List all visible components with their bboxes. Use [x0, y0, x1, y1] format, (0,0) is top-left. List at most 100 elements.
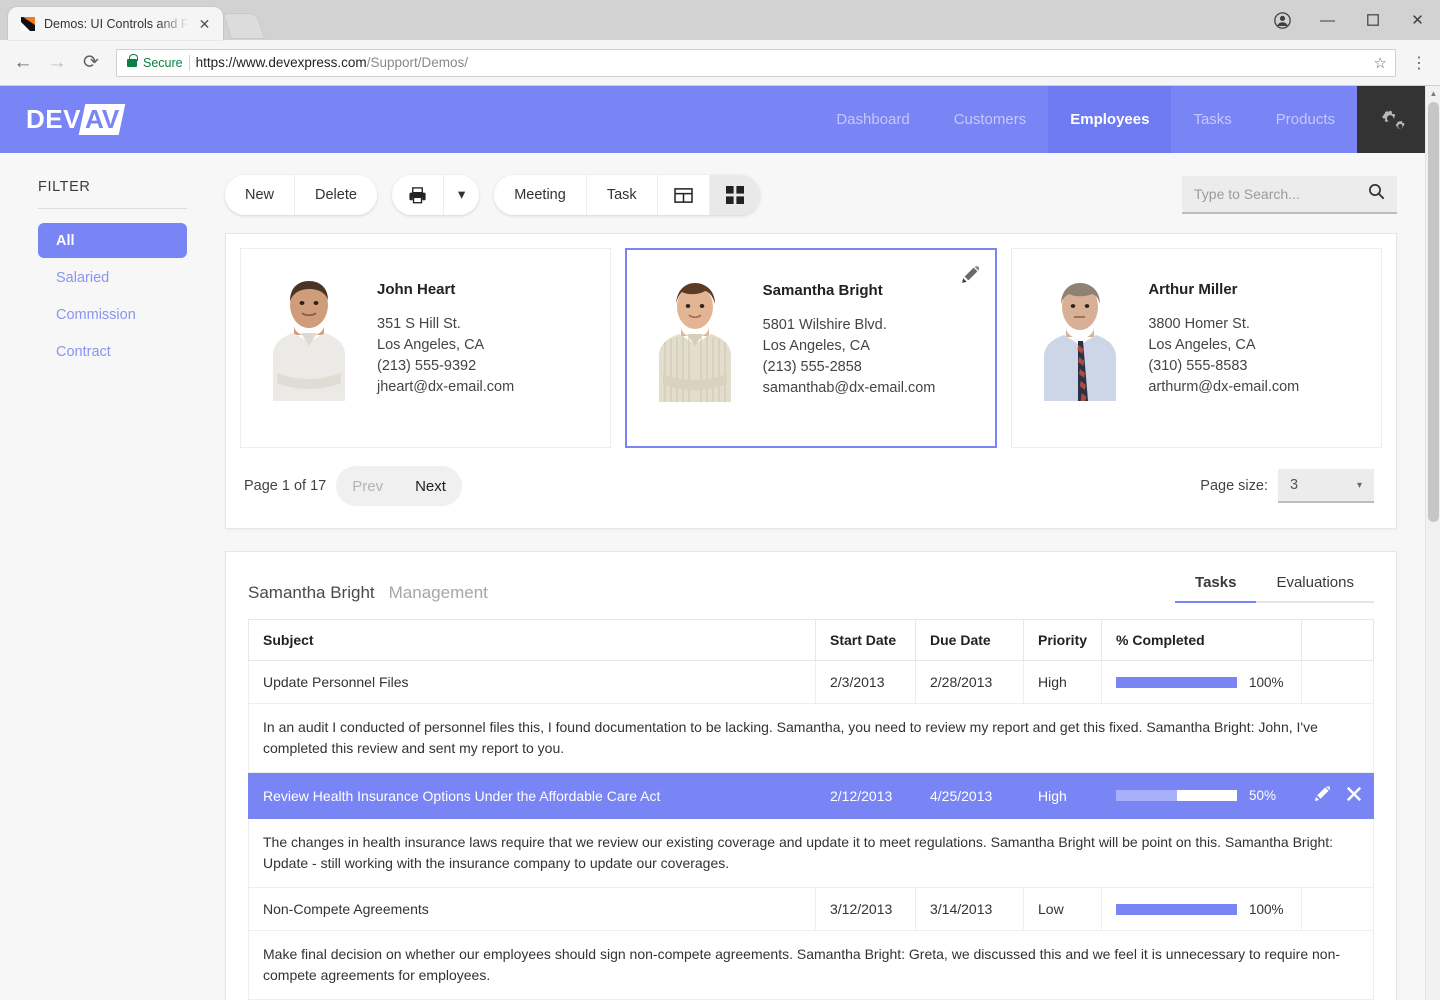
nav-item-employees[interactable]: Employees — [1048, 86, 1171, 153]
minimize-button[interactable]: — — [1305, 0, 1350, 40]
employee-address: 5801 Wilshire Blvd. — [763, 315, 936, 336]
row-edit-pencil-icon[interactable] — [1314, 786, 1330, 805]
employee-card[interactable]: Arthur Miller 3800 Homer St. Los Angeles… — [1011, 248, 1382, 448]
settings-gear-icon[interactable] — [1357, 86, 1425, 153]
forward-icon[interactable]: → — [42, 48, 72, 78]
browser-window: Demos: UI Controls and F ✕ — ✕ ← → ⟳ Sec… — [0, 0, 1440, 1000]
filter-divider — [38, 208, 187, 209]
search-input[interactable] — [1194, 186, 1368, 202]
employee-phone: (213) 555-2858 — [763, 357, 936, 378]
page-scrollbar[interactable]: ▲ — [1425, 86, 1440, 1000]
omnibox-divider — [189, 55, 190, 71]
table-view-icon[interactable] — [658, 175, 710, 215]
crud-button-group: New Delete — [225, 175, 377, 215]
delete-button[interactable]: Delete — [295, 175, 377, 215]
sidebar-item-contract[interactable]: Contract — [38, 334, 187, 369]
sidebar-item-salaried[interactable]: Salaried — [38, 260, 187, 295]
tab-tasks[interactable]: Tasks — [1175, 574, 1256, 603]
cell-subject: Update Personnel Files — [249, 661, 816, 704]
browser-menu-icon[interactable]: ⋮ — [1406, 49, 1432, 77]
detail-employee-name: Samantha Bright — [248, 583, 375, 603]
task-note: In an audit I conducted of personnel fil… — [249, 704, 1374, 773]
employee-phone: (310) 555-8583 — [1148, 356, 1299, 377]
employee-city: Los Angeles, CA — [763, 336, 936, 357]
scrollbar-thumb[interactable] — [1428, 102, 1439, 522]
main-nav: Dashboard Customers Employees Tasks Prod… — [814, 86, 1425, 153]
search-wrapper — [1182, 176, 1397, 214]
employee-city: Los Angeles, CA — [377, 335, 514, 356]
chevron-down-icon[interactable]: ▾ — [1357, 480, 1362, 491]
avatar — [649, 276, 741, 402]
cell-priority: High — [1024, 661, 1102, 704]
cell-due-date: 4/25/2013 — [916, 773, 1024, 819]
table-row[interactable]: Update Personnel Files 2/3/2013 2/28/201… — [249, 661, 1374, 704]
progress-wrapper: 50% — [1116, 788, 1287, 803]
column-header-actions — [1302, 620, 1374, 661]
table-detail-row: In an audit I conducted of personnel fil… — [249, 704, 1374, 773]
task-note: Make final decision on whether our emplo… — [249, 931, 1374, 1000]
employee-card[interactable]: John Heart 351 S Hill St. Los Angeles, C… — [240, 248, 611, 448]
browser-toolbar: ← → ⟳ Secure https://www.devexpress.com/… — [0, 40, 1440, 86]
column-header-priority[interactable]: Priority — [1024, 620, 1102, 661]
view-button-group: Meeting Task — [494, 175, 759, 215]
nav-item-dashboard[interactable]: Dashboard — [814, 86, 931, 153]
column-header-due-date[interactable]: Due Date — [916, 620, 1024, 661]
nav-item-customers[interactable]: Customers — [932, 86, 1049, 153]
cell-due-date: 2/28/2013 — [916, 661, 1024, 704]
progress-wrapper: 100% — [1116, 675, 1287, 690]
lock-icon — [127, 59, 137, 67]
new-tab-button[interactable] — [222, 13, 264, 39]
reload-icon[interactable]: ⟳ — [76, 48, 106, 78]
search-box[interactable] — [1182, 176, 1397, 214]
tab-title: Demos: UI Controls and F — [44, 17, 189, 31]
search-icon[interactable] — [1368, 183, 1385, 205]
detail-employee-role: Management — [389, 583, 488, 603]
card-view-icon[interactable] — [710, 175, 760, 215]
scroll-up-arrow-icon[interactable]: ▲ — [1426, 89, 1440, 98]
sidebar-item-all[interactable]: All — [38, 223, 187, 258]
new-button[interactable]: New — [225, 175, 295, 215]
bookmark-star-icon[interactable]: ☆ — [1374, 54, 1387, 72]
detail-tabs: Tasks Evaluations — [1175, 574, 1374, 603]
print-dropdown-caret-icon[interactable]: ▾ — [444, 175, 479, 215]
nav-item-tasks[interactable]: Tasks — [1171, 86, 1253, 153]
page-size-select[interactable]: 3 ▾ — [1278, 469, 1374, 503]
progress-bar — [1116, 677, 1237, 688]
page-size-label: Page size: — [1200, 478, 1268, 494]
profile-icon[interactable] — [1260, 0, 1305, 40]
edit-pencil-icon[interactable] — [961, 266, 979, 289]
tab-strip: Demos: UI Controls and F ✕ — [0, 0, 261, 40]
sidebar-item-commission[interactable]: Commission — [38, 297, 187, 332]
cell-actions — [1302, 888, 1374, 931]
print-icon[interactable] — [392, 175, 444, 215]
logo-av-text: AV — [85, 104, 119, 135]
nav-item-products[interactable]: Products — [1254, 86, 1357, 153]
maximize-button[interactable] — [1350, 0, 1395, 40]
prev-page-button[interactable]: Prev — [336, 478, 399, 495]
column-header-subject[interactable]: Subject — [249, 620, 816, 661]
task-button[interactable]: Task — [587, 175, 658, 215]
column-header-start-date[interactable]: Start Date — [816, 620, 916, 661]
tab-close-icon[interactable]: ✕ — [197, 16, 213, 32]
browser-tab[interactable]: Demos: UI Controls and F ✕ — [8, 7, 223, 40]
row-delete-close-icon[interactable] — [1346, 786, 1362, 805]
page-viewport: DEVAV Dashboard Customers Employees Task… — [0, 86, 1440, 1000]
app-logo[interactable]: DEVAV — [0, 86, 122, 153]
cell-percent: 100% — [1102, 888, 1302, 931]
employee-name: Samantha Bright — [763, 282, 936, 299]
tab-evaluations[interactable]: Evaluations — [1256, 574, 1374, 603]
cell-priority: Low — [1024, 888, 1102, 931]
address-bar[interactable]: Secure https://www.devexpress.com/Suppor… — [116, 49, 1396, 77]
progress-wrapper: 100% — [1116, 902, 1287, 917]
employee-card[interactable]: Samantha Bright 5801 Wilshire Blvd. Los … — [625, 248, 998, 448]
close-button[interactable]: ✕ — [1395, 0, 1440, 40]
back-icon[interactable]: ← — [8, 48, 38, 78]
table-row[interactable]: Review Health Insurance Options Under th… — [249, 773, 1374, 819]
meeting-button[interactable]: Meeting — [494, 175, 587, 215]
table-row[interactable]: Non-Compete Agreements 3/12/2013 3/14/20… — [249, 888, 1374, 931]
employee-email: jheart@dx-email.com — [377, 377, 514, 398]
next-page-button[interactable]: Next — [399, 478, 462, 495]
column-header-percent-completed[interactable]: % Completed — [1102, 620, 1302, 661]
employee-cards-panel: John Heart 351 S Hill St. Los Angeles, C… — [225, 233, 1397, 529]
tasks-grid: Subject Start Date Due Date Priority % C… — [248, 619, 1374, 1000]
